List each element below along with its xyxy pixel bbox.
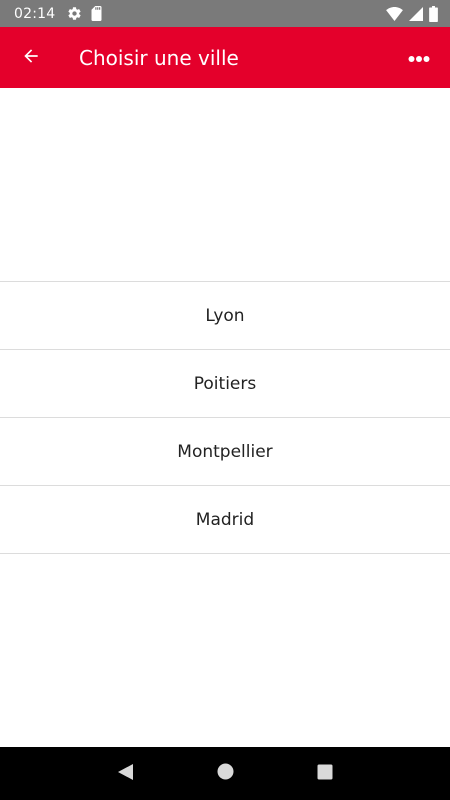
status-right-icons (386, 5, 438, 22)
wifi-icon (386, 6, 403, 21)
city-item-lyon[interactable]: Lyon (0, 282, 450, 350)
battery-icon (429, 5, 438, 22)
city-item-poitiers[interactable]: Poitiers (0, 350, 450, 418)
settings-icon (67, 6, 82, 21)
system-nav-bar (0, 747, 450, 800)
back-triangle-icon (117, 763, 134, 785)
city-item-montpellier[interactable]: Montpellier (0, 418, 450, 486)
nav-home-button[interactable] (201, 750, 249, 798)
nav-recents-button[interactable] (301, 750, 349, 798)
overflow-menu-button[interactable] (388, 27, 450, 88)
city-item-madrid[interactable]: Madrid (0, 486, 450, 554)
sd-card-icon (90, 6, 103, 21)
status-time: 02:14 (14, 5, 56, 22)
recents-square-icon (317, 764, 333, 784)
app-bar: Choisir une ville (0, 27, 450, 88)
arrow-back-icon (21, 46, 41, 70)
back-button[interactable] (0, 27, 62, 88)
cell-signal-icon (409, 6, 423, 21)
status-left-icons (67, 6, 103, 21)
nav-back-button[interactable] (101, 750, 149, 798)
city-list: Lyon Poitiers Montpellier Madrid (0, 281, 450, 554)
page-title: Choisir une ville (79, 45, 239, 70)
home-circle-icon (217, 763, 234, 784)
more-horizontal-icon (408, 48, 430, 67)
status-bar: 02:14 (0, 0, 450, 27)
